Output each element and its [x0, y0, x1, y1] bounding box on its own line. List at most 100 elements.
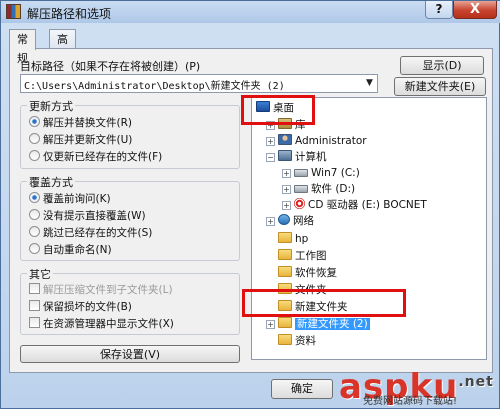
help-button[interactable]: ?	[425, 1, 453, 19]
tab-general[interactable]: 常规	[9, 29, 36, 65]
tree-item-computer[interactable]: − 计算机	[266, 150, 327, 165]
tree-item-label: 工作图	[295, 250, 327, 262]
tree-item-desktop[interactable]: 桌面	[256, 101, 294, 116]
radio-icon[interactable]	[29, 226, 40, 237]
checkbox-icon[interactable]	[29, 300, 40, 311]
misc-group: 其它 解压压缩文件到子文件夹(L) 保留损坏的文件(B) 在资源管理器中显示文件…	[20, 266, 240, 335]
option-label: 没有提示直接覆盖(W)	[43, 210, 146, 222]
tree-item-folder-selected[interactable]: + 新建文件夹 (2)	[266, 317, 370, 332]
computer-icon	[278, 150, 292, 161]
expand-icon[interactable]: +	[282, 169, 291, 178]
option-label: 覆盖前询问(K)	[43, 193, 111, 205]
folder-icon	[278, 249, 292, 260]
target-path-label: 目标路径（如果不存在将被创建）(P)	[20, 60, 201, 73]
option-extract-to-subfolder: 解压压缩文件到子文件夹(L)	[29, 282, 173, 297]
option-label: 解压压缩文件到子文件夹(L)	[43, 284, 173, 296]
tree-item-folder[interactable]: 资料	[278, 334, 316, 349]
radio-icon[interactable]	[29, 209, 40, 220]
radio-selected-icon[interactable]	[29, 192, 40, 203]
option-label: 保留损坏的文件(B)	[43, 301, 132, 313]
new-folder-button[interactable]: 新建文件夹(E)	[394, 77, 486, 96]
tree-item-label: 网络	[293, 215, 314, 227]
chevron-down-icon[interactable]: ▼	[362, 75, 377, 92]
update-mode-group: 更新方式 解压并替换文件(R) 解压并更新文件(U) 仅更新已经存在的文件(F)	[20, 98, 240, 169]
option-extract-replace[interactable]: 解压并替换文件(R)	[29, 115, 132, 130]
folder-icon	[278, 266, 292, 277]
show-button[interactable]: 显示(D)	[400, 56, 484, 75]
close-button[interactable]: X	[453, 1, 497, 19]
tree-item-label: 软件恢复	[295, 267, 337, 279]
user-icon	[278, 134, 292, 145]
tree-item-label: 新建文件夹	[295, 301, 348, 313]
option-ask-before-overwrite[interactable]: 覆盖前询问(K)	[29, 191, 111, 206]
option-label: 仅更新已经存在的文件(F)	[43, 151, 163, 163]
expand-icon[interactable]: +	[266, 121, 275, 130]
tree-item-label: 软件 (D:)	[311, 183, 356, 195]
folder-tree[interactable]: 桌面 + 库 + Administrator − 计算机 + Win7 (C:) + 软件…	[251, 97, 487, 360]
extract-dialog: 解压路径和选项 ? X 常规 高级 目标路径（如果不存在将被创建）(P) C:\…	[0, 0, 500, 409]
option-show-in-explorer[interactable]: 在资源管理器中显示文件(X)	[29, 316, 174, 331]
radio-selected-icon[interactable]	[29, 116, 40, 127]
option-overwrite-without-prompt[interactable]: 没有提示直接覆盖(W)	[29, 208, 146, 223]
expand-icon[interactable]: +	[282, 185, 291, 194]
tree-item-folder[interactable]: 软件恢复	[278, 266, 337, 281]
checkbox-icon	[29, 283, 40, 294]
expand-icon[interactable]: +	[282, 201, 291, 210]
option-label: 跳过已经存在的文件(S)	[43, 227, 153, 239]
misc-legend: 其它	[27, 266, 53, 282]
folder-icon	[278, 283, 292, 294]
option-update-existing[interactable]: 仅更新已经存在的文件(F)	[29, 149, 162, 164]
winrar-icon	[6, 4, 21, 19]
tree-item-drive-c[interactable]: + Win7 (C:)	[282, 166, 360, 181]
folder-icon	[278, 317, 292, 328]
ok-button[interactable]: 确定	[271, 379, 333, 399]
tree-item-folder[interactable]: hp	[278, 232, 308, 247]
watermark-tld: .net	[458, 374, 494, 390]
folder-icon	[278, 334, 292, 345]
folder-icon	[278, 232, 292, 243]
target-path-value: C:\Users\Administrator\Desktop\新建文件夹 (2)	[24, 81, 285, 92]
tree-item-administrator[interactable]: + Administrator	[266, 134, 367, 149]
target-path-combobox[interactable]: C:\Users\Administrator\Desktop\新建文件夹 (2)…	[20, 74, 378, 93]
update-mode-legend: 更新方式	[27, 98, 75, 114]
tree-item-folder[interactable]: 工作图	[278, 249, 327, 264]
tree-item-label: Win7 (C:)	[311, 167, 360, 179]
radio-icon[interactable]	[29, 243, 40, 254]
tree-item-drive-d[interactable]: + 软件 (D:)	[282, 182, 355, 197]
tree-item-label: 文件夹	[295, 284, 327, 296]
expand-icon[interactable]: +	[266, 320, 275, 329]
option-label: 解压并替换文件(R)	[43, 117, 132, 129]
radio-icon[interactable]	[29, 150, 40, 161]
tree-item-cd-drive[interactable]: + CD 驱动器 (E:) BOCNET	[282, 198, 427, 213]
tree-item-label: 桌面	[273, 102, 294, 114]
option-keep-broken-files[interactable]: 保留损坏的文件(B)	[29, 299, 132, 314]
cd-icon	[294, 198, 305, 209]
option-skip-existing[interactable]: 跳过已经存在的文件(S)	[29, 225, 152, 240]
tree-item-label: 计算机	[295, 151, 327, 163]
general-panel: 目标路径（如果不存在将被创建）(P) C:\Users\Administrato…	[9, 48, 493, 373]
option-auto-rename[interactable]: 自动重命名(N)	[29, 242, 112, 257]
tree-item-folder[interactable]: 文件夹	[278, 283, 327, 298]
radio-icon[interactable]	[29, 133, 40, 144]
network-icon	[278, 214, 290, 225]
tree-item-label: hp	[295, 233, 309, 245]
watermark-subtitle: 免费网站源码下载站!	[363, 396, 458, 407]
save-settings-button[interactable]: 保存设置(V)	[20, 345, 240, 363]
tree-item-library[interactable]: + 库	[266, 118, 306, 133]
overwrite-mode-legend: 覆盖方式	[27, 174, 75, 190]
option-label: 在资源管理器中显示文件(X)	[43, 318, 174, 330]
tree-item-folder[interactable]: 新建文件夹	[278, 300, 348, 315]
tab-advanced[interactable]: 高级	[49, 29, 76, 65]
window-title: 解压路径和选项	[27, 7, 112, 21]
tree-item-label: CD 驱动器 (E:) BOCNET	[308, 199, 427, 211]
option-label: 自动重命名(N)	[43, 244, 112, 256]
tree-item-network[interactable]: + 网络	[266, 214, 314, 229]
option-extract-update[interactable]: 解压并更新文件(U)	[29, 132, 132, 147]
expand-icon[interactable]: +	[266, 217, 275, 226]
drive-icon	[294, 169, 308, 177]
checkbox-icon[interactable]	[29, 317, 40, 328]
tree-item-label: 库	[295, 119, 306, 131]
expand-icon[interactable]: +	[266, 137, 275, 146]
title-bar[interactable]: 解压路径和选项 ? X	[1, 1, 500, 23]
collapse-icon[interactable]: −	[266, 153, 275, 162]
